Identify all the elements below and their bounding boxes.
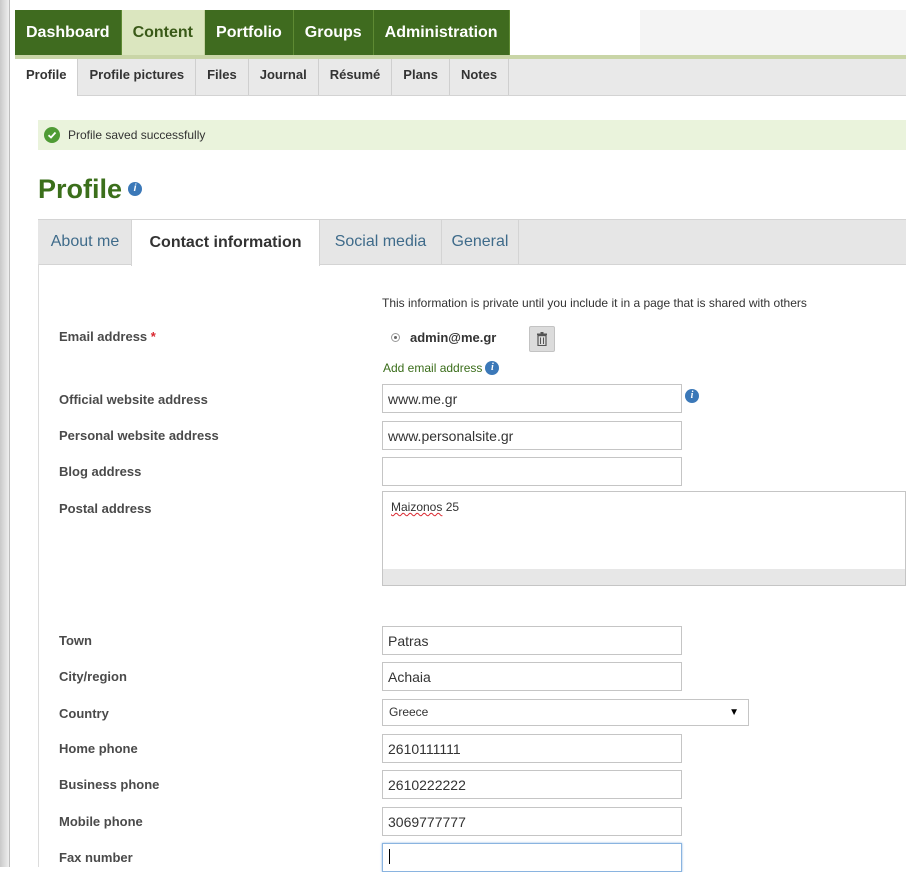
- sub-nav-profile-pictures[interactable]: Profile pictures: [78, 59, 197, 95]
- tab-general[interactable]: General: [442, 219, 518, 265]
- window-left-edge: [0, 0, 9, 867]
- sub-nav-plans[interactable]: Plans: [392, 59, 450, 95]
- add-email-link[interactable]: Add email address i: [383, 361, 500, 377]
- home-phone-input[interactable]: [382, 734, 682, 763]
- email-label-text: Email address: [59, 329, 148, 344]
- email-value: admin@me.gr: [410, 330, 497, 345]
- info-icon[interactable]: i: [485, 361, 500, 375]
- country-label: Country: [59, 706, 109, 721]
- sub-nav-resume[interactable]: Résumé: [319, 59, 393, 95]
- info-icon[interactable]: i: [128, 181, 143, 196]
- sub-navigation: Profile Profile pictures Files Journal R…: [15, 59, 906, 96]
- dropdown-arrow-icon: ▼: [729, 707, 739, 718]
- city-region-input[interactable]: [382, 662, 682, 691]
- main-nav-background: [640, 10, 906, 55]
- add-email-text[interactable]: Add email address: [383, 361, 482, 375]
- email-primary-radio[interactable]: [391, 333, 400, 342]
- tab-contact-information[interactable]: Contact information: [131, 219, 320, 266]
- business-phone-label: Business phone: [59, 777, 160, 792]
- personal-website-label: Personal website address: [59, 428, 219, 443]
- mobile-phone-input[interactable]: [382, 807, 682, 836]
- postal-address-textarea[interactable]: Maizonos 25: [382, 491, 906, 586]
- postal-address-label: Postal address: [59, 501, 152, 516]
- main-nav-content[interactable]: Content: [121, 10, 206, 55]
- info-icon[interactable]: i: [685, 389, 699, 403]
- country-value: Greece: [389, 705, 429, 719]
- fax-label: Fax number: [59, 850, 133, 865]
- country-select[interactable]: Greece ▼: [382, 699, 749, 726]
- sub-nav-profile[interactable]: Profile: [15, 59, 79, 96]
- personal-website-input[interactable]: [382, 421, 682, 450]
- page-title-text: Profile: [38, 174, 123, 204]
- town-input[interactable]: [382, 626, 682, 655]
- main-nav-groups[interactable]: Groups: [293, 10, 374, 55]
- city-region-label: City/region: [59, 669, 127, 684]
- postal-address-rest: 25: [442, 500, 460, 514]
- business-phone-input[interactable]: [382, 770, 682, 799]
- official-website-input[interactable]: [382, 384, 682, 413]
- blog-input[interactable]: [382, 457, 682, 486]
- postal-address-value: Maizonos 25: [391, 500, 459, 514]
- sub-nav-journal[interactable]: Journal: [249, 59, 319, 95]
- tab-social-media[interactable]: Social media: [320, 219, 441, 265]
- main-nav-portfolio[interactable]: Portfolio: [205, 10, 294, 55]
- email-label: Email address *: [59, 329, 156, 344]
- sub-nav-files[interactable]: Files: [196, 59, 249, 95]
- success-message-text: Profile saved successfully: [68, 128, 206, 142]
- fax-input[interactable]: [382, 843, 682, 872]
- tab-about-me[interactable]: About me: [38, 219, 132, 265]
- trash-icon: [537, 332, 547, 346]
- success-message: Profile saved successfully: [38, 120, 906, 150]
- blog-label: Blog address: [59, 464, 142, 479]
- required-marker: *: [150, 329, 156, 344]
- home-phone-label: Home phone: [59, 741, 138, 756]
- window-left-border: [9, 0, 10, 867]
- delete-email-button[interactable]: [529, 326, 555, 352]
- check-circle-icon: [44, 127, 60, 143]
- page-title: Profile i: [38, 171, 143, 207]
- tab-separator: [518, 219, 519, 265]
- misspelled-word: Maizonos: [391, 500, 443, 514]
- mobile-phone-label: Mobile phone: [59, 814, 143, 829]
- main-nav-administration[interactable]: Administration: [373, 10, 510, 55]
- privacy-description: This information is private until you in…: [382, 296, 807, 310]
- text-cursor: [389, 849, 390, 864]
- textarea-resize-bar[interactable]: [383, 569, 905, 585]
- sub-nav-notes[interactable]: Notes: [450, 59, 510, 95]
- official-website-label: Official website address: [59, 392, 208, 407]
- main-navigation: Dashboard Content Portfolio Groups Admin…: [15, 10, 510, 55]
- town-label: Town: [59, 633, 92, 648]
- main-nav-dashboard[interactable]: Dashboard: [15, 10, 122, 55]
